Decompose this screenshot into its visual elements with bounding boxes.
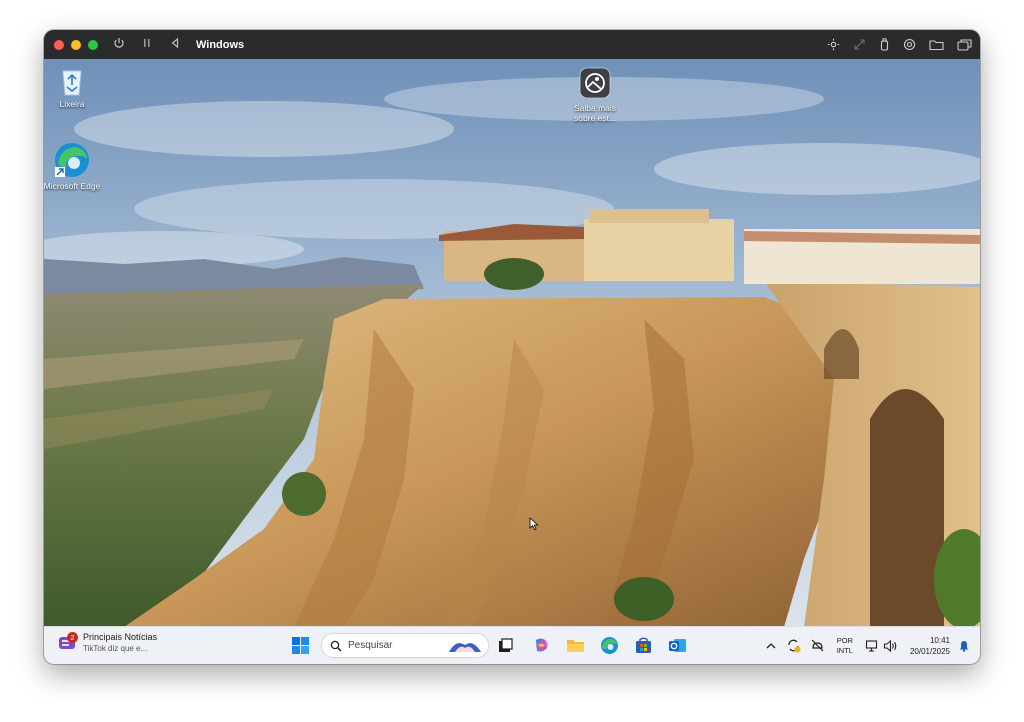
minimize-button[interactable] [71,39,81,50]
desktop: Lixeira Microsoft Edge Saiba mais sobre … [44,59,980,627]
network-off-icon[interactable] [810,638,825,653]
notification-badge: 2 [67,631,78,643]
clock-date: 20/01/2025 [909,646,950,656]
desktop-icon-saiba-mais[interactable]: Saiba mais sobre est... [565,67,625,123]
brightness-icon[interactable] [827,38,840,51]
learn-about-picture-icon [579,67,611,99]
desktop-icon-edge[interactable]: Microsoft Edge [44,141,102,191]
taskbar: 2 Principais Notícias TikTok diz que e..… [44,626,980,664]
titlebar-toolbar [827,30,972,59]
copilot-icon[interactable] [532,636,551,655]
start-button[interactable] [291,636,310,655]
search-icon [330,640,342,651]
windows-manager-icon[interactable] [957,38,972,51]
edge-taskbar-icon[interactable] [600,636,619,655]
window-titlebar: Windows [44,30,980,59]
taskbar-search[interactable]: Pesquisar [321,633,489,658]
search-highlight-icon [449,642,481,652]
desktop-icon-lixeira[interactable]: Lixeira [44,65,102,109]
mouse-cursor [529,517,539,531]
volume-icon[interactable] [883,639,898,653]
back-icon[interactable] [168,37,182,52]
clock-time: 10:41 [929,635,950,645]
zoom-button[interactable] [88,39,98,50]
news-subtitle: TikTok diz que e... [83,644,148,653]
camera-icon[interactable] [903,38,916,51]
desktop-icon-label: Saiba mais sobre est... [573,103,617,123]
vm-window: Windows Lixeira Microsoft Edge Saiba mai… [44,30,980,664]
language-line1: POR [836,635,853,645]
pause-icon[interactable] [140,37,154,52]
window-title: Windows [196,38,245,51]
bell-icon[interactable] [958,639,970,652]
resize-icon[interactable] [853,38,866,51]
file-explorer-icon[interactable] [566,636,585,655]
wallpaper [44,59,980,627]
usb-icon[interactable] [879,38,890,51]
language-line2: INTL [836,645,853,655]
search-placeholder: Pesquisar [348,640,393,651]
traffic-lights [54,39,98,50]
edge-icon [55,143,89,177]
language-indicator[interactable]: POR INTL [837,636,853,656]
recycle-bin-icon [62,70,82,96]
microsoft-store-icon[interactable] [634,636,653,655]
display-icon[interactable] [865,639,879,653]
desktop-icon-label: Lixeira [59,99,85,109]
clock[interactable]: 10:41 20/01/2025 [910,635,950,657]
desktop-icon-label: Microsoft Edge [44,181,101,191]
power-icon[interactable] [112,37,126,52]
news-title: Principais Notícias [83,632,158,642]
sync-icon[interactable] [786,638,801,653]
news-widget[interactable]: 2 Principais Notícias TikTok diz que e..… [58,631,158,653]
system-tray: POR INTL 10:41 20/01/2025 [765,627,970,664]
task-view-icon[interactable] [496,636,515,655]
outlook-icon[interactable] [668,636,687,655]
chevron-up-icon[interactable] [765,640,777,652]
close-button[interactable] [54,39,64,50]
folder-icon[interactable] [929,38,944,51]
